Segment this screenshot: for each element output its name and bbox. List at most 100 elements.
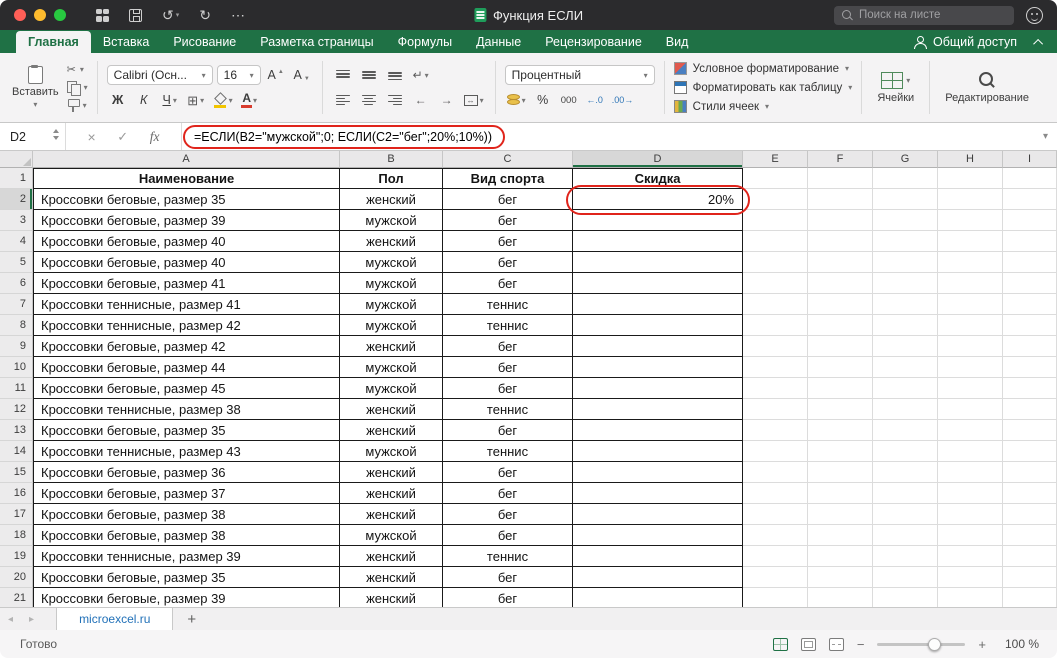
cell-F2[interactable] — [808, 189, 873, 210]
cell-I4[interactable] — [1003, 231, 1057, 252]
column-header-B[interactable]: B — [340, 151, 443, 168]
row-header-13[interactable]: 13 — [0, 420, 33, 441]
cell-C1[interactable]: Вид спорта — [443, 168, 573, 189]
name-box-stepper[interactable] — [53, 129, 59, 140]
row-header-20[interactable]: 20 — [0, 567, 33, 588]
sheet-search-input[interactable]: Поиск на листе — [834, 6, 1014, 25]
cell-F10[interactable] — [808, 357, 873, 378]
align-middle-button[interactable] — [358, 65, 380, 85]
cell-G11[interactable] — [873, 378, 938, 399]
italic-button[interactable]: К — [133, 90, 155, 110]
cell-H4[interactable] — [938, 231, 1003, 252]
row-header-11[interactable]: 11 — [0, 378, 33, 399]
cell-B18[interactable]: мужской — [340, 525, 443, 546]
cell-D10[interactable] — [573, 357, 743, 378]
cell-F11[interactable] — [808, 378, 873, 399]
cell-A10[interactable]: Кроссовки беговые, размер 44 — [33, 357, 340, 378]
cell-B3[interactable]: мужской — [340, 210, 443, 231]
view-page-layout-button[interactable] — [801, 638, 816, 651]
cell-C15[interactable]: бег — [443, 462, 573, 483]
cell-A20[interactable]: Кроссовки беговые, размер 35 — [33, 567, 340, 588]
cell-H16[interactable] — [938, 483, 1003, 504]
cell-E13[interactable] — [743, 420, 808, 441]
cell-A2[interactable]: Кроссовки беговые, размер 35 — [33, 189, 340, 210]
cell-C17[interactable]: бег — [443, 504, 573, 525]
comma-style-button[interactable]: 000 — [558, 90, 580, 110]
cell-B6[interactable]: мужской — [340, 273, 443, 294]
cancel-icon[interactable]: × — [88, 129, 96, 145]
cell-C19[interactable]: теннис — [443, 546, 573, 567]
cell-E15[interactable] — [743, 462, 808, 483]
cell-A19[interactable]: Кроссовки теннисные, размер 39 — [33, 546, 340, 567]
cell-H5[interactable] — [938, 252, 1003, 273]
row-header-4[interactable]: 4 — [0, 231, 33, 252]
cell-H11[interactable] — [938, 378, 1003, 399]
cell-I2[interactable] — [1003, 189, 1057, 210]
cell-G20[interactable] — [873, 567, 938, 588]
cell-G4[interactable] — [873, 231, 938, 252]
cell-C16[interactable]: бег — [443, 483, 573, 504]
cells-menu-button[interactable]: ▾ Ячейки — [871, 72, 920, 104]
cell-G19[interactable] — [873, 546, 938, 567]
increase-font-button[interactable]: A▲ — [265, 65, 287, 85]
cell-A13[interactable]: Кроссовки беговые, размер 35 — [33, 420, 340, 441]
cell-A17[interactable]: Кроссовки беговые, размер 38 — [33, 504, 340, 525]
fill-color-button[interactable]: ▾ — [211, 90, 235, 110]
cell-E11[interactable] — [743, 378, 808, 399]
cell-F7[interactable] — [808, 294, 873, 315]
cell-I19[interactable] — [1003, 546, 1057, 567]
row-header-14[interactable]: 14 — [0, 441, 33, 462]
cell-G9[interactable] — [873, 336, 938, 357]
column-header-C[interactable]: C — [443, 151, 573, 168]
cell-I10[interactable] — [1003, 357, 1057, 378]
row-header-3[interactable]: 3 — [0, 210, 33, 231]
cell-A1[interactable]: Наименование — [33, 168, 340, 189]
cell-B11[interactable]: мужской — [340, 378, 443, 399]
cell-H14[interactable] — [938, 441, 1003, 462]
ribbon-tab-1[interactable]: Главная — [16, 31, 91, 53]
cell-I16[interactable] — [1003, 483, 1057, 504]
borders-button[interactable]: ⊞▾ — [185, 90, 207, 110]
cell-A11[interactable]: Кроссовки беговые, размер 45 — [33, 378, 340, 399]
cell-H20[interactable] — [938, 567, 1003, 588]
decrease-decimal-button[interactable]: .00→ — [610, 90, 636, 110]
cell-D16[interactable] — [573, 483, 743, 504]
cell-H12[interactable] — [938, 399, 1003, 420]
add-sheet-button[interactable]: + — [173, 608, 210, 630]
cell-B10[interactable]: мужской — [340, 357, 443, 378]
cell-B5[interactable]: мужской — [340, 252, 443, 273]
cell-B17[interactable]: женский — [340, 504, 443, 525]
cell-D3[interactable] — [573, 210, 743, 231]
cell-D19[interactable] — [573, 546, 743, 567]
cell-H2[interactable] — [938, 189, 1003, 210]
row-header-8[interactable]: 8 — [0, 315, 33, 336]
cell-D20[interactable] — [573, 567, 743, 588]
cell-G15[interactable] — [873, 462, 938, 483]
cell-D11[interactable] — [573, 378, 743, 399]
cell-B14[interactable]: мужской — [340, 441, 443, 462]
cell-D8[interactable] — [573, 315, 743, 336]
copy-button[interactable]: ▾ — [67, 81, 88, 95]
ribbon-tab-6[interactable]: Данные — [464, 31, 533, 53]
cell-H13[interactable] — [938, 420, 1003, 441]
cell-B15[interactable]: женский — [340, 462, 443, 483]
bold-button[interactable]: Ж — [107, 90, 129, 110]
cell-B9[interactable]: женский — [340, 336, 443, 357]
cell-E1[interactable] — [743, 168, 808, 189]
column-header-E[interactable]: E — [743, 151, 808, 168]
column-header-A[interactable]: A — [33, 151, 340, 168]
increase-indent-button[interactable]: → — [436, 90, 458, 110]
increase-decimal-button[interactable]: ←.0 — [584, 90, 606, 110]
undo-button[interactable]: ↺▾ — [162, 8, 179, 22]
cell-H18[interactable] — [938, 525, 1003, 546]
cell-B19[interactable]: женский — [340, 546, 443, 567]
format-as-table-button[interactable]: Форматировать как таблицу ▾ — [674, 79, 853, 96]
align-right-button[interactable] — [384, 90, 406, 110]
cell-E14[interactable] — [743, 441, 808, 462]
font-color-button[interactable]: A▾ — [239, 90, 261, 110]
cell-F9[interactable] — [808, 336, 873, 357]
cell-B4[interactable]: женский — [340, 231, 443, 252]
cell-G12[interactable] — [873, 399, 938, 420]
align-top-button[interactable] — [332, 65, 354, 85]
cell-styles-button[interactable]: Стили ячеек ▾ — [674, 98, 853, 115]
